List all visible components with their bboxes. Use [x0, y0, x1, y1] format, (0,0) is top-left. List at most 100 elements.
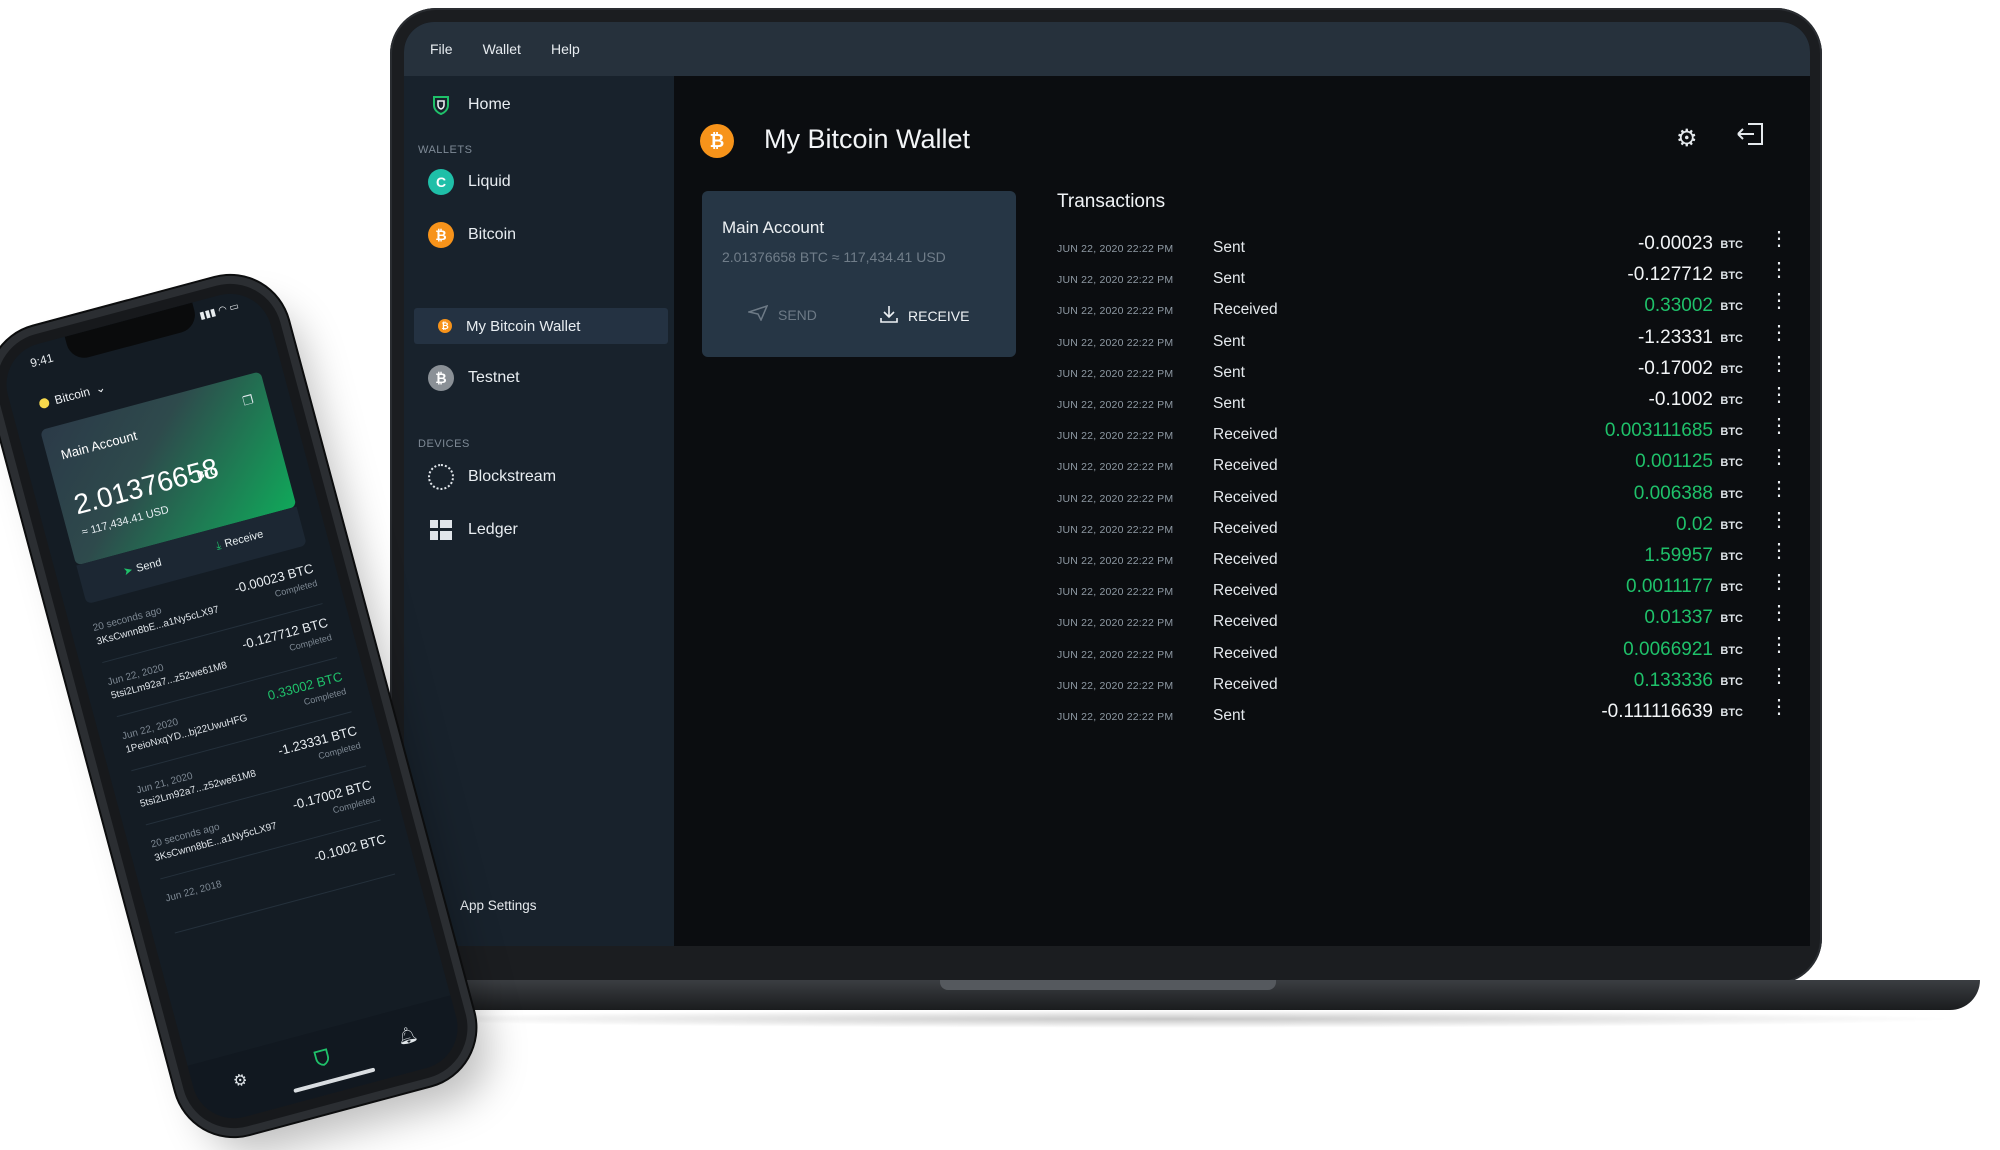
table-row[interactable]: JUN 22, 2020 22:22 PM Received 0.001125 BTC…: [1057, 447, 1789, 485]
tx-unit: BTC: [1720, 239, 1743, 251]
tx-date: JUN 22, 2020 22:22 PM: [1057, 492, 1174, 505]
more-vertical-icon[interactable]: ⋮: [1769, 541, 1789, 561]
more-vertical-icon[interactable]: ⋮: [1769, 479, 1789, 499]
tx-unit: BTC: [1720, 519, 1743, 532]
table-row[interactable]: JUN 22, 2020 22:22 PM Received 0.006388 BTC…: [1057, 479, 1789, 517]
tx-type: Received: [1213, 426, 1278, 444]
tx-amount: 0.006388: [1633, 482, 1713, 504]
tx-type: Sent: [1213, 270, 1245, 288]
table-row[interactable]: JUN 22, 2020 22:22 PM Sent -0.127712 BTC ⋮: [1057, 260, 1789, 298]
more-vertical-icon[interactable]: ⋮: [1769, 385, 1789, 405]
tx-type: Received: [1213, 551, 1278, 568]
wallets-heading: WALLETS: [418, 144, 473, 156]
tx-amount: 0.0011177: [1626, 576, 1713, 598]
bitcoin-icon: ₿: [428, 222, 454, 248]
tx-date: JUN 22, 2020 22:22 PM: [1057, 243, 1174, 255]
tx-date: JUN 22, 2020 22:22 PM: [1057, 679, 1174, 692]
table-row[interactable]: JUN 22, 2020 22:22 PM Received 0.0066921 BT…: [1057, 635, 1789, 673]
sidebar-item-testnet[interactable]: ₿ Testnet: [428, 361, 520, 395]
more-vertical-icon[interactable]: ⋮: [1769, 416, 1789, 436]
phone-receive-label: Receive: [223, 528, 265, 551]
sidebar-item-ledger[interactable]: Ledger: [428, 513, 518, 547]
menu-wallet[interactable]: Wallet: [483, 41, 521, 57]
chevron-down-icon: ⌄: [93, 380, 108, 397]
table-row[interactable]: JUN 22, 2020 22:22 PM Received 1.59957 BTC ⋮: [1057, 541, 1789, 579]
more-vertical-icon[interactable]: ⋮: [1769, 572, 1789, 592]
gear-icon[interactable]: ⚙: [231, 1069, 250, 1092]
copy-icon[interactable]: ❐: [241, 392, 255, 408]
more-vertical-icon[interactable]: ⋮: [1769, 510, 1789, 530]
sidebar-item-bitcoin[interactable]: ₿ Bitcoin: [428, 218, 516, 252]
tx-unit: BTC: [1720, 395, 1743, 407]
tx-type: Sent: [1213, 239, 1245, 256]
tx-amount: 0.0066921: [1623, 638, 1713, 660]
more-vertical-icon[interactable]: ⋮: [1769, 354, 1789, 374]
receive-label: RECEIVE: [908, 307, 970, 324]
home-indicator: [293, 1067, 376, 1094]
more-vertical-icon[interactable]: ⋮: [1769, 635, 1789, 655]
tx-unit: BTC: [1720, 457, 1743, 470]
menu-file[interactable]: File: [430, 41, 453, 57]
tx-date: JUN 22, 2020 22:22 PM: [1057, 523, 1174, 536]
sidebar-item-home[interactable]: Home: [428, 88, 511, 122]
more-vertical-icon[interactable]: ⋮: [1769, 291, 1789, 311]
network-selector[interactable]: Bitcoin ⌄: [38, 380, 107, 411]
tx-type: Received: [1213, 488, 1278, 506]
tx-unit: BTC: [1720, 551, 1743, 563]
bell-icon[interactable]: 🔔︎: [395, 1024, 420, 1049]
table-row[interactable]: JUN 22, 2020 22:22 PM Received 0.133336 BTC…: [1057, 666, 1789, 704]
table-row[interactable]: JUN 22, 2020 22:22 PM Received 0.33002 BTC ⋮: [1057, 291, 1789, 329]
more-vertical-icon[interactable]: ⋮: [1769, 260, 1789, 280]
menu-bar: File Wallet Help: [404, 22, 1810, 76]
table-row[interactable]: JUN 22, 2020 22:22 PM Received 0.0011177 BT…: [1057, 572, 1789, 610]
sidebar-item-my-bitcoin-wallet[interactable]: ₿ My Bitcoin Wallet: [438, 309, 580, 343]
download-icon: [880, 305, 898, 326]
sidebar-item-label: Bitcoin: [468, 226, 517, 243]
tx-date: JUN 22, 2020 22:22 PM: [1057, 274, 1174, 287]
status-time: 9:41: [28, 350, 55, 371]
tx-amount: 0.33002: [1644, 295, 1713, 317]
table-row[interactable]: JUN 22, 2020 22:22 PM Sent -0.111116639 BTC…: [1057, 697, 1789, 735]
tx-amount: 0.01337: [1644, 607, 1713, 629]
more-vertical-icon[interactable]: ⋮: [1769, 229, 1789, 249]
send-button[interactable]: SEND: [746, 304, 817, 324]
more-vertical-icon[interactable]: ⋮: [1769, 323, 1789, 343]
table-row[interactable]: JUN 22, 2020 22:22 PM Sent -0.00023 BTC ⋮: [1057, 229, 1789, 267]
tx-amount: -1.23331: [1637, 326, 1713, 348]
table-row[interactable]: JUN 22, 2020 22:22 PM Sent -0.17002 BTC ⋮: [1057, 354, 1789, 392]
tx-amount: 0.001125: [1635, 451, 1713, 473]
gear-icon[interactable]: ⚙: [1676, 124, 1698, 153]
more-vertical-icon[interactable]: ⋮: [1769, 666, 1789, 686]
shield-icon[interactable]: [312, 1047, 333, 1073]
logout-icon[interactable]: [1736, 122, 1764, 153]
account-card[interactable]: Main Account 2.01376658 BTC ≈ 117,434.41…: [702, 191, 1016, 357]
menu-help[interactable]: Help: [551, 41, 580, 57]
more-vertical-icon[interactable]: ⋮: [1769, 697, 1789, 717]
account-name: Main Account: [722, 218, 825, 237]
sidebar-item-liquid[interactable]: C Liquid: [428, 165, 511, 199]
tx-date: JUN 22, 2020 22:22 PM: [1057, 305, 1174, 318]
more-vertical-icon[interactable]: ⋮: [1769, 447, 1789, 467]
table-row[interactable]: JUN 22, 2020 22:22 PM Sent -0.1002 BTC ⋮: [1057, 385, 1789, 423]
more-vertical-icon[interactable]: ⋮: [1769, 603, 1789, 623]
tx-unit: BTC: [1720, 675, 1743, 688]
receive-button[interactable]: RECEIVE: [880, 305, 969, 326]
tx-type: Received: [1213, 582, 1278, 600]
tx-amount: -0.17002: [1637, 357, 1713, 379]
table-row[interactable]: JUN 22, 2020 22:22 PM Sent -1.23331 BTC ⋮: [1057, 323, 1789, 361]
tx-type: Received: [1213, 457, 1278, 475]
phone-send-button[interactable]: ➤Send: [122, 556, 163, 579]
table-row[interactable]: JUN 22, 2020 22:22 PM Received 0.02 BTC ⋮: [1057, 510, 1789, 548]
tx-unit: BTC: [1720, 270, 1743, 283]
table-row[interactable]: JUN 22, 2020 22:22 PM Received 0.01337 BTC ⋮: [1057, 603, 1789, 641]
table-row[interactable]: JUN 22, 2020 22:22 PM Received 0.003111685…: [1057, 416, 1789, 454]
sidebar-item-label: Blockstream: [468, 468, 557, 485]
sidebar-item-blockstream[interactable]: Blockstream: [428, 460, 556, 494]
tx-amount: 0.003111685: [1604, 420, 1713, 442]
tx-amount: -0.111116639: [1601, 701, 1713, 722]
app-settings-link[interactable]: App Settings: [460, 898, 537, 913]
tx-type: Sent: [1213, 363, 1245, 381]
tx-date: JUN 22, 2020 22:22 PM: [1057, 461, 1174, 474]
phone-receive-button[interactable]: ⤓Receive: [215, 528, 265, 553]
sidebar-item-label: My Bitcoin Wallet: [466, 317, 581, 335]
